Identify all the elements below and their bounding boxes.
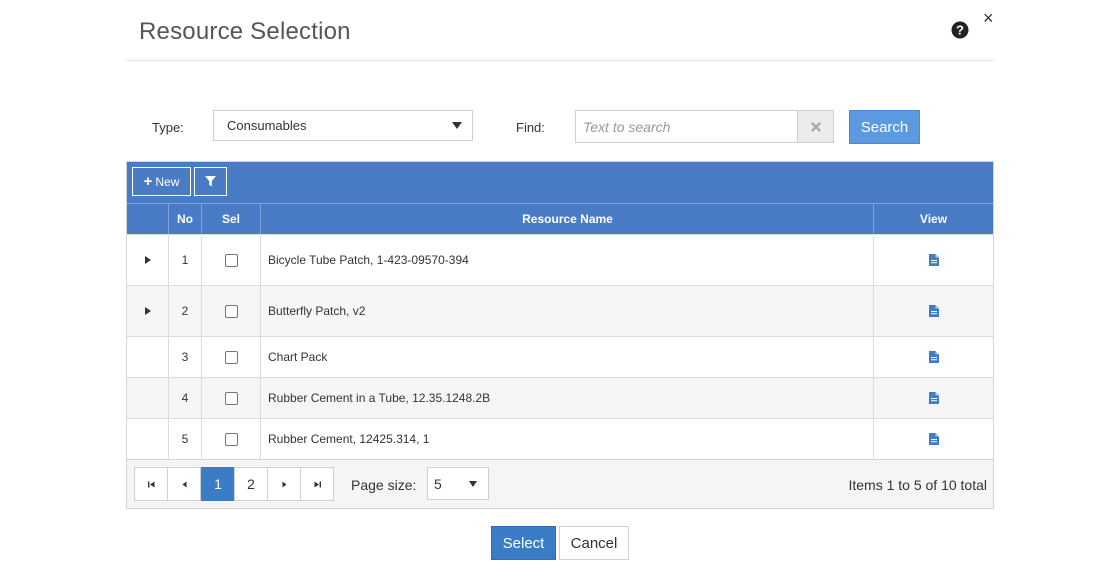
last-page-icon bbox=[314, 481, 321, 487]
page-button-1[interactable]: 1 bbox=[201, 467, 235, 501]
view-cell bbox=[873, 337, 993, 377]
document-icon[interactable] bbox=[928, 305, 939, 317]
title-divider bbox=[126, 60, 994, 61]
next-page-button[interactable] bbox=[267, 467, 301, 501]
document-icon[interactable] bbox=[928, 254, 939, 266]
expand-cell bbox=[127, 337, 168, 377]
select-cell bbox=[201, 378, 260, 418]
next-page-icon bbox=[282, 481, 286, 487]
expand-arrow-icon[interactable] bbox=[144, 307, 151, 315]
search-input[interactable] bbox=[575, 110, 798, 143]
close-icon[interactable]: × bbox=[983, 9, 994, 27]
row-checkbox[interactable] bbox=[224, 253, 238, 267]
header-expand bbox=[127, 204, 168, 234]
row-checkbox[interactable] bbox=[224, 391, 238, 405]
select-cell bbox=[201, 286, 260, 336]
find-label: Find: bbox=[516, 120, 545, 135]
grid-header: No Sel Resource Name View bbox=[127, 203, 993, 234]
grid-toolbar: + New bbox=[127, 162, 993, 203]
svg-text:?: ? bbox=[956, 23, 964, 38]
page-size-value: 5 bbox=[434, 476, 442, 492]
first-page-button[interactable] bbox=[134, 467, 168, 501]
type-select-value: Consumables bbox=[227, 118, 307, 133]
new-button[interactable]: + New bbox=[132, 167, 191, 196]
new-button-label: New bbox=[155, 174, 180, 189]
header-sel[interactable]: Sel bbox=[201, 204, 260, 234]
expand-cell bbox=[127, 378, 168, 418]
clear-search-button[interactable] bbox=[797, 110, 834, 143]
table-row: 5 Rubber Cement, 12425.314, 1 bbox=[127, 418, 993, 459]
filter-button[interactable] bbox=[194, 167, 227, 196]
type-label: Type: bbox=[152, 120, 184, 135]
view-cell bbox=[873, 378, 993, 418]
type-select[interactable]: Consumables bbox=[213, 110, 473, 141]
select-cell bbox=[201, 337, 260, 377]
row-number: 1 bbox=[168, 235, 201, 285]
filter-icon bbox=[205, 176, 216, 187]
table-row: 4 Rubber Cement in a Tube, 12.35.1248.2B bbox=[127, 377, 993, 418]
prev-page-button[interactable] bbox=[167, 467, 201, 501]
last-page-button[interactable] bbox=[300, 467, 334, 501]
row-checkbox[interactable] bbox=[224, 304, 238, 318]
resource-name: Rubber Cement in a Tube, 12.35.1248.2B bbox=[260, 378, 874, 418]
header-view[interactable]: View bbox=[873, 204, 993, 234]
expand-cell bbox=[127, 419, 168, 459]
pager-info: Items 1 to 5 of 10 total bbox=[848, 477, 987, 493]
view-cell bbox=[873, 419, 993, 459]
document-icon[interactable] bbox=[928, 433, 939, 445]
page-button-2[interactable]: 2 bbox=[234, 467, 268, 501]
view-cell bbox=[873, 235, 993, 285]
question-circle-icon[interactable]: ? bbox=[951, 21, 969, 39]
table-row: 2 Butterfly Patch, v2 bbox=[127, 285, 993, 336]
page-size-select[interactable]: 5 bbox=[427, 467, 489, 500]
expand-cell[interactable] bbox=[127, 286, 168, 336]
header-resource-name[interactable]: Resource Name bbox=[260, 204, 874, 234]
select-button[interactable]: Select bbox=[491, 526, 556, 560]
resource-name: Butterfly Patch, v2 bbox=[260, 286, 874, 336]
row-number: 2 bbox=[168, 286, 201, 336]
pager: 1 2 Page size: 5 Items 1 to 5 of 10 tota… bbox=[127, 459, 993, 508]
row-checkbox[interactable] bbox=[224, 350, 238, 364]
table-row: 1 Bicycle Tube Patch, 1-423-09570-394 bbox=[127, 234, 993, 285]
header-no[interactable]: No bbox=[168, 204, 201, 234]
search-button[interactable]: Search bbox=[849, 110, 920, 144]
row-number: 4 bbox=[168, 378, 201, 418]
document-icon[interactable] bbox=[928, 351, 939, 363]
view-cell bbox=[873, 286, 993, 336]
caret-down-icon bbox=[469, 481, 477, 487]
row-checkbox[interactable] bbox=[224, 432, 238, 446]
clear-x-icon bbox=[810, 121, 821, 132]
resource-name: Bicycle Tube Patch, 1-423-09570-394 bbox=[260, 235, 874, 285]
expand-arrow-icon[interactable] bbox=[144, 256, 151, 264]
caret-down-icon bbox=[452, 122, 462, 129]
row-number: 5 bbox=[168, 419, 201, 459]
expand-cell[interactable] bbox=[127, 235, 168, 285]
resource-name: Rubber Cement, 12425.314, 1 bbox=[260, 419, 874, 459]
select-cell bbox=[201, 235, 260, 285]
cancel-button[interactable]: Cancel bbox=[559, 526, 629, 560]
page-size-label: Page size: bbox=[351, 477, 417, 493]
resource-grid: + New No Sel Resource Name View 1 Bicycl… bbox=[126, 161, 994, 509]
dialog-title: Resource Selection bbox=[139, 18, 351, 45]
row-number: 3 bbox=[168, 337, 201, 377]
document-icon[interactable] bbox=[928, 392, 939, 404]
plus-icon: + bbox=[143, 172, 153, 190]
table-row: 3 Chart Pack bbox=[127, 336, 993, 377]
first-page-icon bbox=[147, 481, 154, 487]
resource-name: Chart Pack bbox=[260, 337, 874, 377]
prev-page-icon bbox=[182, 481, 186, 487]
select-cell bbox=[201, 419, 260, 459]
